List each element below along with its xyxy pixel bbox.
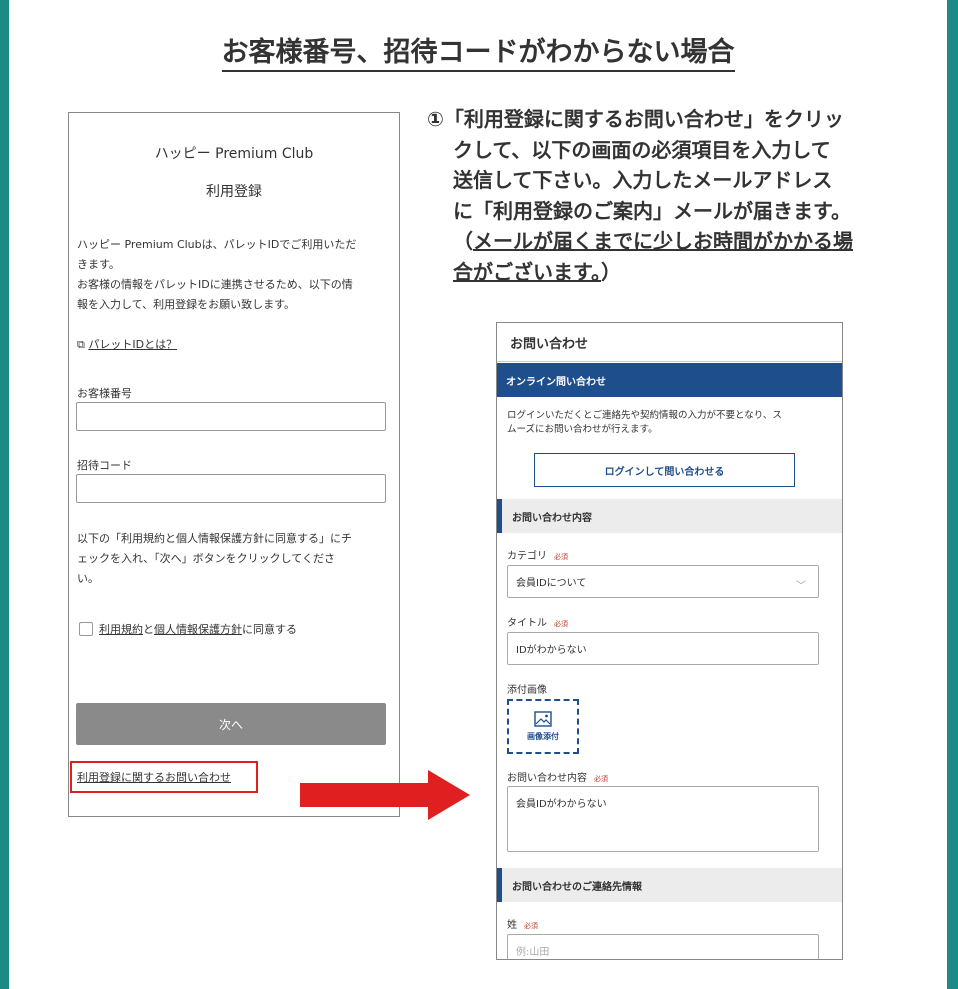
content-textarea[interactable]: 会員IDがわからない (507, 786, 819, 852)
registration-contact-link-highlight[interactable]: 利用登録に関するお問い合わせ (70, 761, 258, 793)
surname-placeholder: 例:山田 (516, 947, 550, 958)
agree-checkbox[interactable] (79, 622, 93, 636)
required-badge: 必須 (554, 553, 568, 561)
login-inquiry-button[interactable]: ログインして問い合わせる (534, 453, 795, 487)
title-value: IDがわからない (516, 645, 587, 656)
page-heading: お客様番号、招待コードがわからない場合 (9, 30, 947, 72)
intro-line: お客様の情報をパレットIDに連携させるため、以下の情 (77, 278, 353, 291)
instruction-line: 合がございます。） (427, 257, 937, 288)
registration-contact-link[interactable]: 利用登録に関するお問い合わせ (77, 769, 231, 785)
desc-line: ムーズにお問い合わせが行えます。 (507, 424, 658, 435)
privacy-link[interactable]: 個人情報保護方針 (154, 623, 242, 636)
required-badge: 必須 (524, 922, 538, 930)
attach-label: 添付画像 (507, 685, 547, 696)
agree-text: 利用規約と個人情報保護方針に同意する (99, 621, 297, 637)
title-input[interactable]: IDがわからない (507, 632, 819, 665)
category-label: カテゴリ 必須 (507, 547, 568, 562)
customer-number-input[interactable] (76, 402, 386, 431)
red-arrow-icon (300, 770, 470, 820)
title-label-text: タイトル (507, 618, 547, 629)
instruction-line: クして、以下の画面の必須項目を入力して (453, 137, 831, 162)
category-label-text: カテゴリ (507, 551, 547, 562)
invite-code-input[interactable] (76, 474, 386, 503)
attach-image-button[interactable]: 画像添付 (507, 699, 579, 754)
intro-line: ハッピー Premium Clubは、パレットIDでご利用いただ (77, 238, 357, 251)
app-subtitle: 利用登録 (206, 184, 262, 200)
intro-line: 報を入力して、利用登録をお願い致します。 (77, 298, 296, 311)
note-line: い。 (77, 572, 99, 585)
agreement-row: 利用規約と個人情報保護方針に同意する (79, 621, 297, 637)
note-line: ェックを入れ、「次へ」ボタンをクリックしてくださ (77, 552, 335, 565)
invite-code-label: 招待コード (77, 459, 132, 472)
desc-line: ログインいただくとご連絡先や契約情報の入力が不要となり、ス (507, 410, 782, 421)
image-icon (534, 711, 552, 727)
about-link-text[interactable]: パレットIDとは？ (88, 338, 177, 351)
agreement-note: 以下の「利用規約と個人情報保護方針に同意する」にチ ェックを入れ、「次へ」ボタン… (77, 529, 389, 589)
surname-label-text: 姓 (507, 920, 517, 931)
instruction-sheet: お客様番号、招待コードがわからない場合 ハッピー Premium Club 利用… (9, 0, 947, 989)
instruction-text: ①「利用登録に関するお問い合わせ」をクリッ クして、以下の画面の必須項目を入力し… (427, 104, 937, 287)
instruction-line: ①「利用登録に関するお問い合わせ」をクリッ (427, 107, 844, 131)
section-inquiry-content: お問い合わせ内容 (497, 499, 842, 533)
app-title: ハッピー Premium Club (154, 146, 314, 162)
page-heading-text: お客様番号、招待コードがわからない場合 (221, 37, 735, 72)
instruction-line: （メールが届くまでに少しお時間がかかる場 (427, 226, 937, 257)
customer-number-label: お客様番号 (77, 387, 132, 400)
content-label-text: お問い合わせ内容 (507, 773, 587, 784)
instruction-line: に「利用登録のご案内」メールが届きます。 (453, 198, 851, 223)
content-value: 会員IDがわからない (516, 799, 607, 810)
inquiry-form-screen: お問い合わせ オンライン問い合わせ ログインいただくとご連絡先や契約情報の入力が… (496, 322, 843, 960)
external-link-icon: ⧉ (77, 338, 85, 351)
attach-button-label: 画像添付 (527, 732, 559, 741)
agree-suffix: に同意する (242, 623, 297, 636)
intro-line: きます。 (77, 258, 120, 271)
note-line: 以下の「利用規約と個人情報保護方針に同意する」にチ (77, 532, 352, 545)
instruction-note: 合がございます。 (453, 259, 601, 284)
paren-close: ） (601, 259, 621, 284)
chevron-down-icon: ﹀ (796, 581, 806, 592)
instruction-line: 送信して下さい。入力したメールアドレス (453, 168, 833, 192)
surname-label: 姓必須 (507, 916, 538, 931)
title-label: タイトル 必須 (507, 614, 568, 629)
required-badge: 必須 (554, 620, 568, 628)
registration-screen: ハッピー Premium Club 利用登録 ハッピー Premium Club… (68, 112, 400, 817)
category-select[interactable]: 会員IDについて ﹀ (507, 565, 819, 598)
instruction-note: メールが届くまでに少しお時間がかかる場 (473, 229, 853, 253)
intro-text: ハッピー Premium Clubは、パレットIDでご利用いただ きます。 お客… (77, 235, 389, 315)
section-contact-info: お問い合わせのご連絡先情報 (497, 868, 842, 902)
divider (497, 361, 842, 362)
online-inquiry-bar: オンライン問い合わせ (497, 363, 842, 397)
next-button[interactable]: 次へ (76, 703, 386, 745)
form-title: お問い合わせ (510, 337, 589, 352)
content-label: お問い合わせ内容 必須 (507, 769, 608, 784)
terms-link[interactable]: 利用規約 (99, 623, 143, 636)
login-description: ログインいただくとご連絡先や契約情報の入力が不要となり、ス ムーズにお問い合わせ… (507, 409, 832, 437)
surname-input[interactable]: 例:山田 (507, 934, 819, 959)
required-badge: 必須 (594, 775, 608, 783)
paren-open: （ (453, 229, 473, 253)
and-text: と (143, 623, 154, 636)
category-value: 会員IDについて (516, 578, 587, 589)
about-palette-id-link[interactable]: ⧉ パレットIDとは？ (77, 336, 177, 352)
